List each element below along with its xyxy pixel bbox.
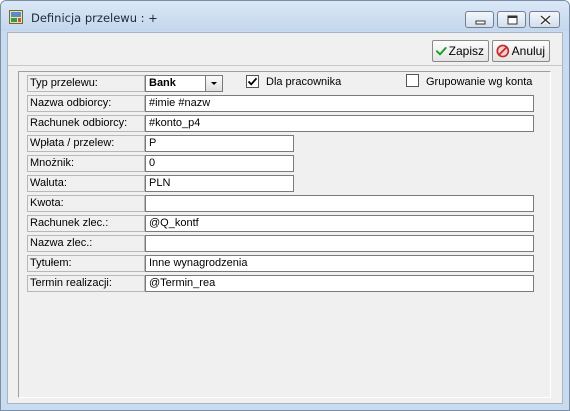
close-icon: [539, 14, 552, 26]
dialog-client-area: Zapisz Anuluj Typ przelewu: Bank Dla pra…: [7, 32, 563, 404]
grupowanie-label: Grupowanie wg konta: [426, 76, 533, 88]
rachunek-odbiorcy-label: Rachunek odbiorcy:: [27, 115, 145, 132]
mnoznik-label: Mnożnik:: [27, 155, 145, 172]
minimize-icon: [475, 20, 486, 25]
tytulem-input[interactable]: Inne wynagrodzenia: [145, 255, 534, 272]
tytulem-label: Tytułem:: [27, 255, 145, 272]
cancel-label: Anuluj: [511, 44, 545, 58]
waluta-label: Waluta:: [27, 175, 145, 192]
maximize-button[interactable]: [497, 11, 526, 28]
dialog-window: Definicja przelewu : + Zapisz Anuluj Typ…: [0, 0, 570, 411]
dla-pracownika-checkbox[interactable]: [246, 75, 259, 88]
kwota-input[interactable]: [145, 195, 534, 212]
window-title: Definicja przelewu : +: [31, 11, 158, 25]
save-label: Zapisz: [448, 44, 484, 58]
dla-pracownika-label: Dla pracownika: [266, 76, 342, 88]
checkmark-icon: [436, 47, 447, 56]
wplata-przelew-label: Wpłata / przelew:: [27, 135, 145, 152]
nazwa-zlec-label: Nazwa zlec.:: [27, 235, 145, 252]
toolbar-separator: [8, 65, 562, 66]
typ-przelewu-label: Typ przelewu:: [27, 75, 145, 92]
termin-realizacji-input[interactable]: @Termin_rea: [145, 275, 534, 292]
kwota-label: Kwota:: [27, 195, 145, 212]
minimize-button[interactable]: [465, 11, 494, 28]
nazwa-zlec-input[interactable]: [145, 235, 534, 252]
cancel-button[interactable]: Anuluj: [492, 40, 550, 62]
wplata-przelew-input[interactable]: P: [145, 135, 294, 152]
cancel-icon: [496, 44, 510, 58]
nazwa-odbiorcy-label: Nazwa odbiorcy:: [27, 95, 145, 112]
typ-przelewu-dropdown-button[interactable]: [205, 75, 223, 92]
checkmark-icon: [247, 77, 258, 86]
mnoznik-input[interactable]: 0: [145, 155, 294, 172]
termin-realizacji-label: Termin realizacji:: [27, 275, 145, 292]
maximize-icon: [507, 15, 518, 25]
title-bar[interactable]: Definicja przelewu : +: [1, 1, 569, 31]
grupowanie-checkbox[interactable]: [406, 74, 419, 87]
chevron-down-icon: [211, 82, 217, 85]
form-panel: Typ przelewu: Bank Dla pracownika Grupow…: [18, 71, 551, 398]
rachunek-zlec-label: Rachunek zlec.:: [27, 215, 145, 232]
nazwa-odbiorcy-input[interactable]: #imie #nazw: [145, 95, 534, 112]
rachunek-odbiorcy-input[interactable]: #konto_p4: [145, 115, 534, 132]
save-button[interactable]: Zapisz: [432, 40, 489, 62]
typ-przelewu-value: Bank: [149, 77, 176, 89]
typ-przelewu-select[interactable]: Bank: [145, 75, 223, 92]
app-icon: [9, 10, 23, 24]
close-button[interactable]: [529, 11, 560, 28]
waluta-input[interactable]: PLN: [145, 175, 294, 192]
rachunek-zlec-input[interactable]: @Q_kontf: [145, 215, 534, 232]
